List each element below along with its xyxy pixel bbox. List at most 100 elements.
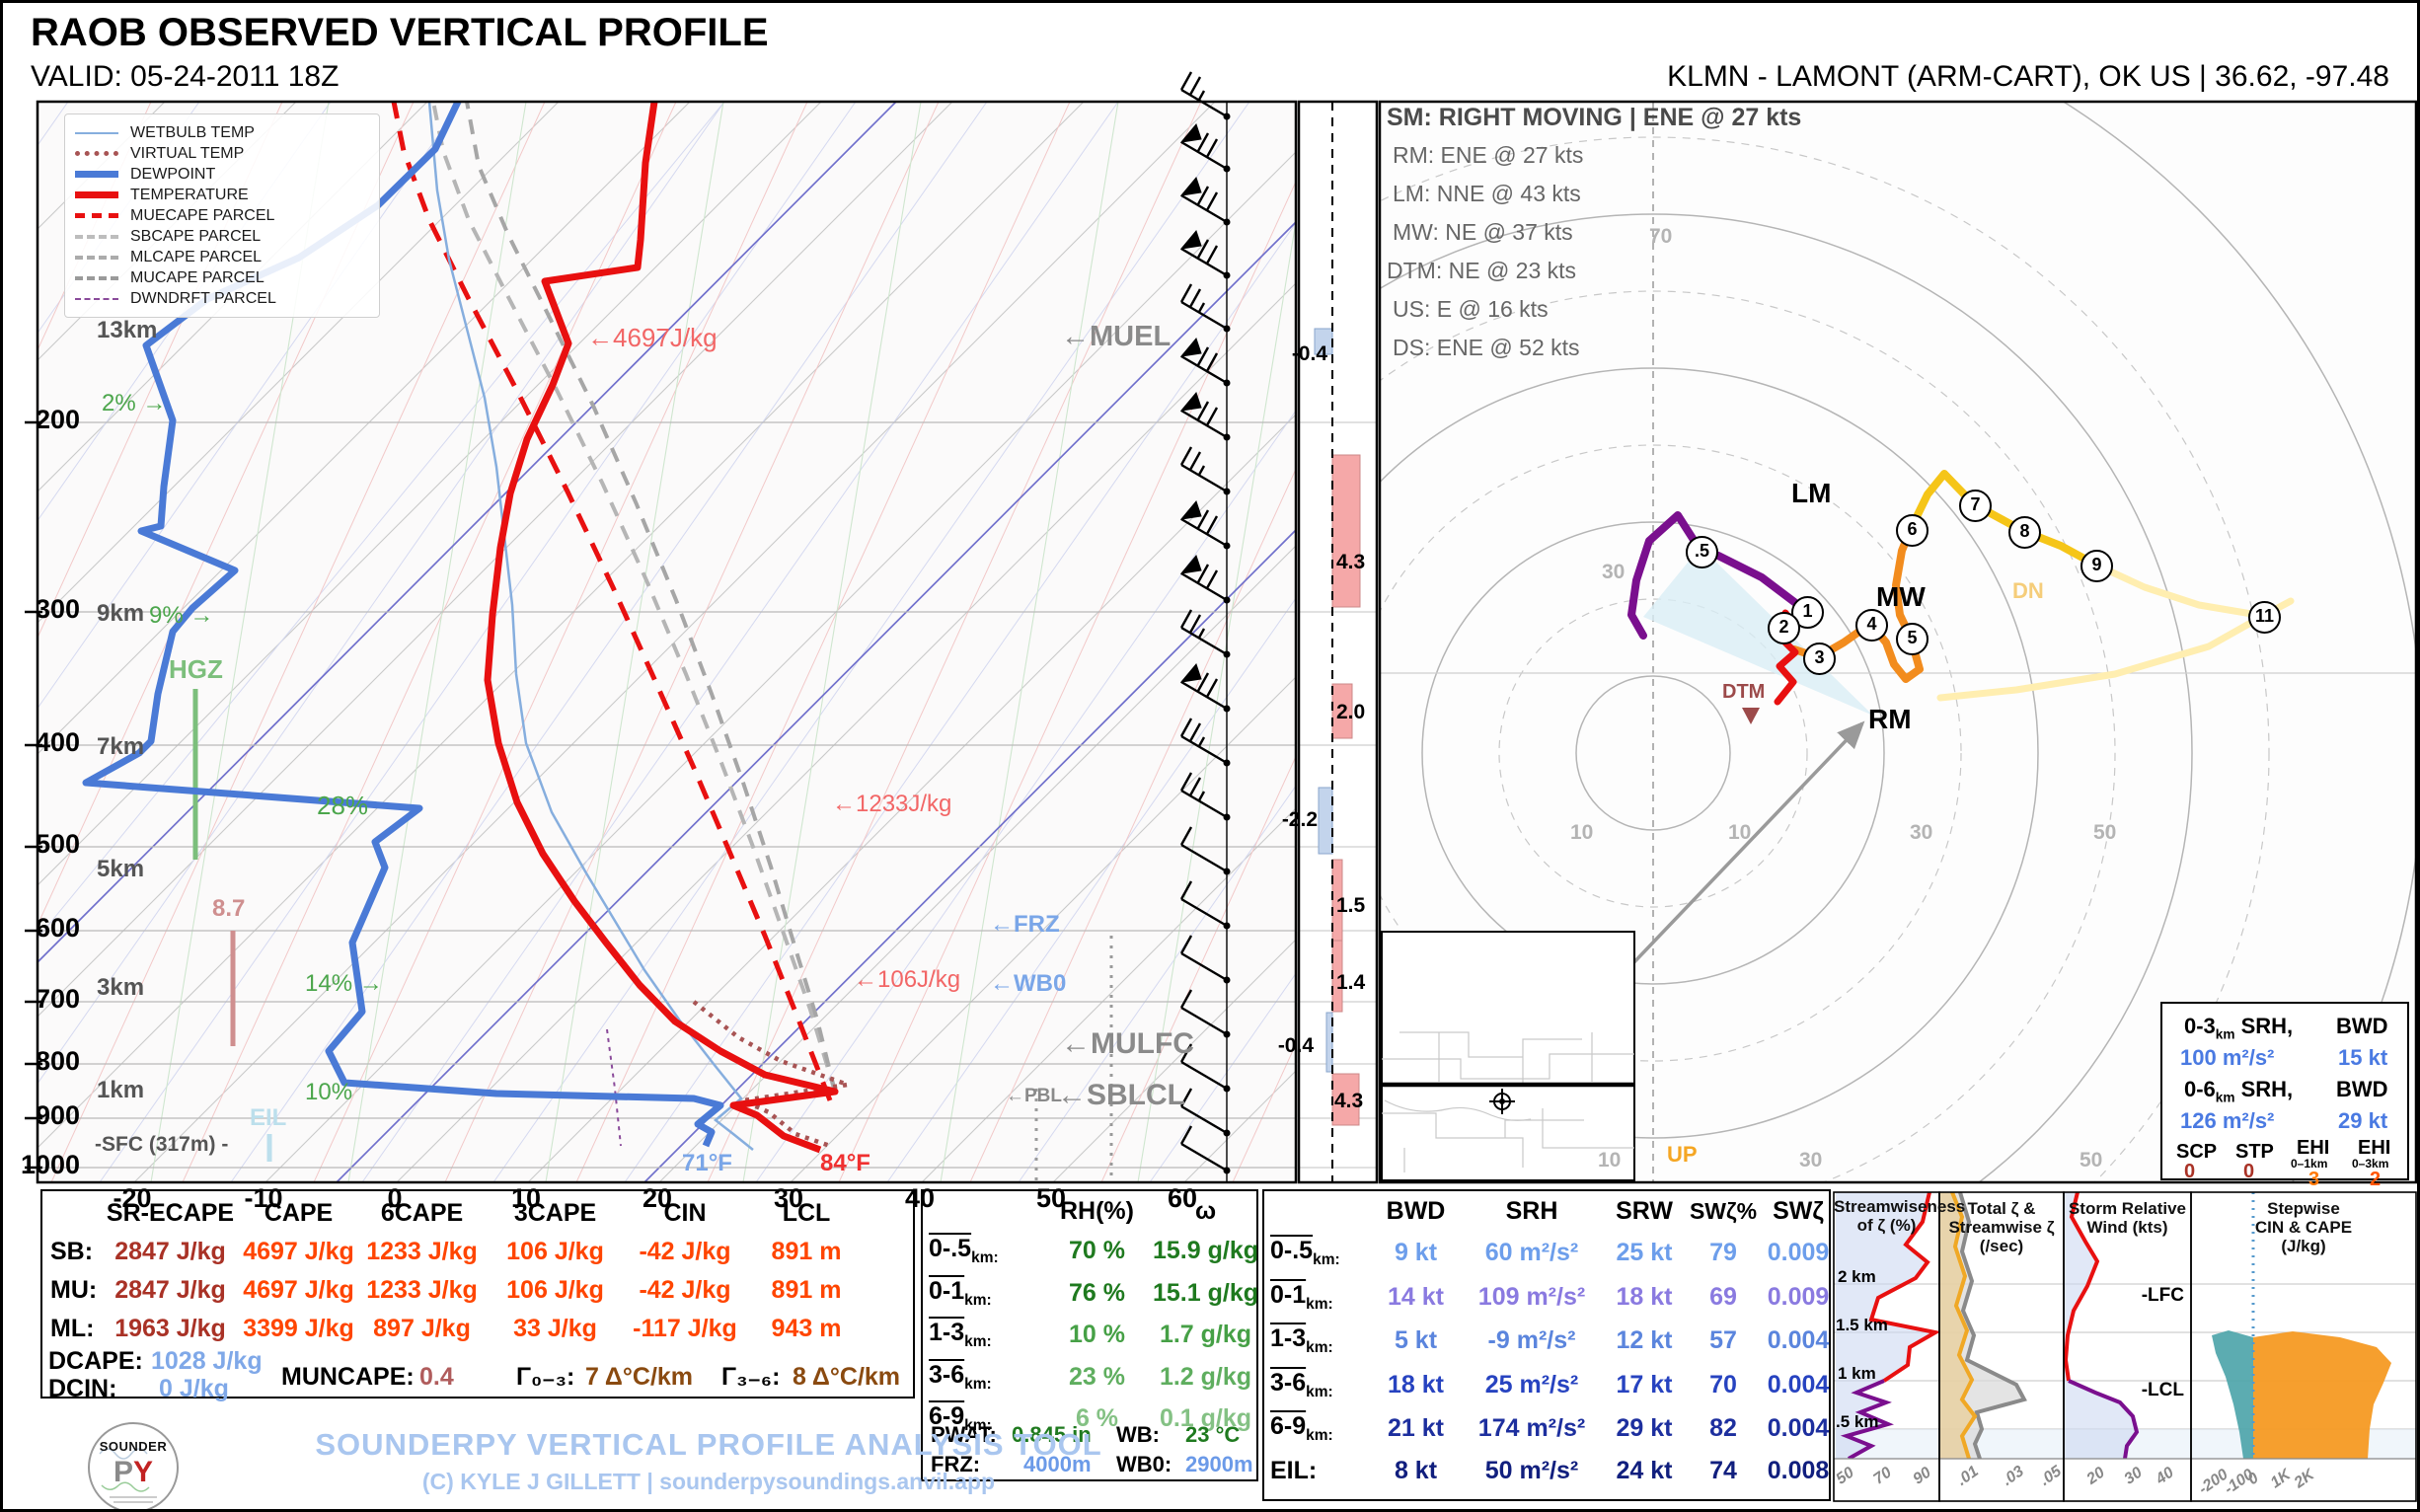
dn-label: DN	[2012, 580, 2044, 602]
bwd-header: BWD	[2336, 1016, 2388, 1037]
lapse03-value: 7 Δ°C/km	[585, 1365, 693, 1390]
mixr-value: 15.1 g/kg	[1149, 1281, 1262, 1306]
legend-label: DEWPOINT	[130, 166, 215, 184]
swz-value: 0.004	[1759, 1328, 1838, 1353]
srh-0-6-value: 126 m²/s²	[2180, 1110, 2274, 1132]
lapse03-label: Γ₀₋₃:	[516, 1365, 574, 1390]
muncape-value: 0.4	[419, 1365, 454, 1390]
map-inset	[1382, 932, 1634, 1180]
legend-item: MUECAPE PARCEL	[75, 205, 369, 226]
bwd-value: 8 kt	[1369, 1459, 1463, 1483]
ehi1-label: EHI	[2297, 1138, 2329, 1158]
row-label: ML:	[42, 1317, 104, 1341]
col-header: SWζ%	[1688, 1200, 1759, 1223]
swz-value: 0.009	[1759, 1285, 1838, 1310]
mu-6cape: 1233 J/kg	[360, 1278, 484, 1303]
mu-cape: 4697 J/kg	[237, 1278, 360, 1303]
pressure-tick: 800	[21, 1048, 80, 1075]
bar-value: -0.4	[1235, 1035, 1314, 1056]
col-header: CAPE	[237, 1201, 360, 1226]
mu-srecape: 2847 J/kg	[104, 1278, 237, 1303]
height-label: 3km	[97, 976, 144, 1000]
legend-item: VIRTUAL TEMP	[75, 143, 369, 164]
left-mover-label: LM	[1791, 480, 1831, 507]
lapse-rate-label: 8.7	[212, 897, 245, 921]
ring-label: 10	[1570, 822, 1593, 843]
row-label: MU:	[42, 1278, 104, 1303]
mixr-value: 1.7 g/kg	[1149, 1323, 1262, 1347]
legend-item: SBCAPE PARCEL	[75, 226, 369, 247]
pressure-tick: 500	[21, 831, 80, 858]
pbl-label: ←PBL	[1006, 1087, 1062, 1105]
col-header: SR-ECAPE	[104, 1201, 237, 1226]
legend-label: SBCAPE PARCEL	[130, 228, 261, 246]
col-header: RH(%)	[1045, 1199, 1149, 1224]
sb-cape: 4697 J/kg	[237, 1240, 360, 1264]
virtual-temp-line-swatch	[75, 151, 118, 156]
srw-value: 25 kt	[1601, 1241, 1688, 1265]
dtm-label: DTM	[1722, 682, 1765, 702]
sblcl-label: ←SBLCL	[1057, 1081, 1185, 1110]
swz-value: 0.004	[1759, 1416, 1838, 1441]
row-label: EIL:	[1270, 1459, 1369, 1483]
height-axis-label: 1 km	[1838, 1365, 1876, 1382]
swzpct-value: 82	[1688, 1416, 1759, 1441]
mu-3cape: 106 J/kg	[484, 1278, 627, 1303]
swz-value: 0.009	[1759, 1241, 1838, 1265]
col-header: SRW	[1601, 1199, 1688, 1224]
storm-motion-lm: LM: NNE @ 43 kts	[1393, 183, 1581, 205]
swz-value: 0.004	[1759, 1373, 1838, 1398]
srw-value: 29 kt	[1601, 1416, 1688, 1441]
ring-label: 50	[2080, 1150, 2102, 1171]
mulfc-label: ←MULFC	[1061, 1029, 1194, 1059]
storm-motion-us: US: E @ 16 kts	[1393, 298, 1549, 321]
height-marker: 4	[1855, 609, 1888, 642]
moisture-annotation: 14% →	[305, 972, 383, 996]
credit-line: (C) KYLE J GILLETT | sounderpysoundings.…	[210, 1471, 1207, 1493]
legend-item: WETBULB TEMP	[75, 122, 369, 143]
height-label: 1km	[97, 1079, 144, 1102]
bwd-0-3-value: 15 kt	[2338, 1047, 2387, 1069]
srw-value: 18 kt	[1601, 1285, 1688, 1310]
ehi1-value: 3	[2308, 1170, 2319, 1189]
height-marker: 7	[1959, 490, 1992, 522]
eil-label: EIL	[250, 1106, 286, 1130]
rh-value: 76 %	[1045, 1281, 1149, 1306]
surface-label: -SFC (317m) -	[95, 1134, 228, 1155]
storm-motion-ds: DS: ENE @ 52 kts	[1393, 337, 1580, 359]
srh-value: 60 m²/s²	[1463, 1241, 1601, 1265]
srw-value: 17 kt	[1601, 1373, 1688, 1398]
srh-value: -9 m²/s²	[1463, 1328, 1601, 1353]
bwd-value: 5 kt	[1369, 1328, 1463, 1353]
ring-label: 30	[1910, 822, 1932, 843]
moisture-annotation: 2% →	[102, 392, 166, 416]
frz-label: ←FRZ	[990, 913, 1060, 937]
bwd-header: BWD	[2336, 1079, 2388, 1100]
legend-label: TEMPERATURE	[130, 187, 249, 204]
bar-value: 4.3	[1336, 552, 1365, 572]
legend-label: VIRTUAL TEMP	[130, 145, 244, 163]
dcin-label: DCIN:	[48, 1377, 116, 1401]
height-axis-label: .5 km	[1836, 1413, 1878, 1430]
row-label: 6-9km:	[1270, 1414, 1369, 1444]
right-mover-label: RM	[1868, 706, 1912, 733]
ring-label: 10	[1728, 822, 1751, 843]
ring-label: 70	[1649, 226, 1672, 247]
bwd-value: 9 kt	[1369, 1241, 1463, 1265]
legend-item: DEWPOINT	[75, 164, 369, 185]
row-label: 3-6km:	[929, 1363, 1045, 1393]
surface-temp-label: 84°F	[820, 1152, 870, 1175]
wb0-label: ←WB0	[990, 972, 1066, 996]
pressure-tick: 300	[21, 596, 80, 623]
srh-value: 25 m²/s²	[1463, 1373, 1601, 1398]
row-label: 3-6km:	[1270, 1371, 1369, 1400]
rh-value: 10 %	[1045, 1323, 1149, 1347]
legend-label: MLCAPE PARCEL	[130, 249, 262, 266]
mean-wind-label: MW	[1876, 583, 1926, 611]
surface-dewpoint-label: 71°F	[682, 1152, 732, 1175]
col-header: SWζ	[1759, 1199, 1838, 1224]
ring-label: 50	[2093, 822, 2116, 843]
cape3-value-label: ←106J/kg	[854, 968, 960, 992]
legend-label: MUCAPE PARCEL	[130, 269, 265, 287]
logo-wordmark: SOUNDER	[100, 1440, 168, 1453]
